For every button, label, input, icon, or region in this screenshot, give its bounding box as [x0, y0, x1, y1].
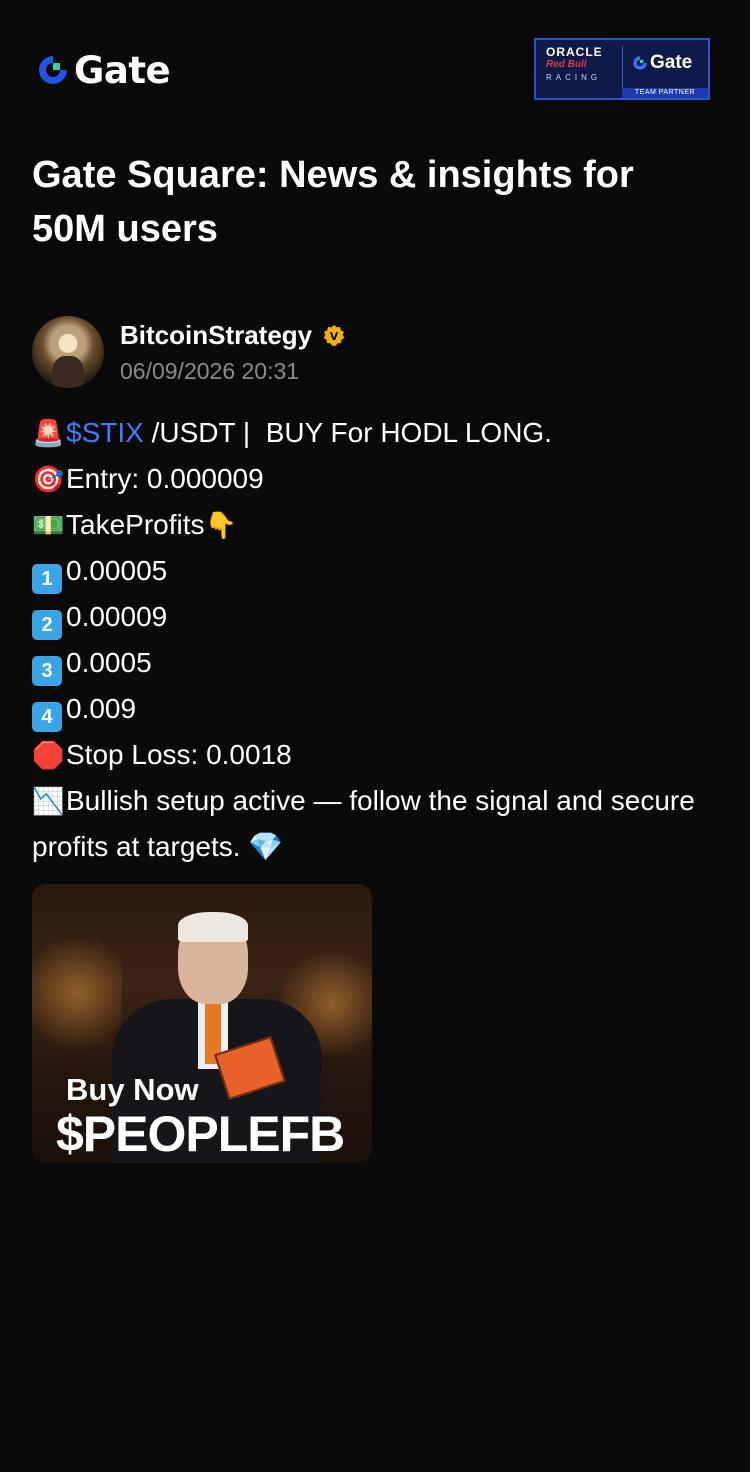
pointing-down-icon: 👇: [204, 510, 237, 540]
gate-logo[interactable]: Gate: [36, 48, 171, 92]
verified-badge-letter: V: [330, 330, 339, 343]
tp2-value: 0.00009: [66, 601, 168, 632]
siren-icon: 🚨: [32, 418, 65, 448]
summary-line: 📉Bullish setup active — follow the signa…: [32, 778, 722, 870]
badge-divider: [622, 46, 623, 88]
tp1-value: 0.00005: [66, 555, 168, 586]
keycap-1-icon: 1: [32, 564, 62, 594]
target-icon: 🎯: [32, 464, 65, 494]
verified-badge-icon: V: [323, 324, 345, 346]
gate-logo-icon: [39, 56, 67, 84]
summary-text: Bullish setup active — follow the signal…: [32, 785, 695, 862]
keycap-4-icon: 4: [32, 702, 62, 732]
post-timestamp: 06/09/2026 20:31: [120, 358, 300, 384]
ticker-link[interactable]: $STIX: [66, 417, 144, 448]
keycap-2-icon: 2: [32, 610, 62, 640]
post-body: 🚨$STIX /USDT | BUY For HODL LONG. 🎯Entry…: [32, 410, 722, 870]
partner-gate-logo: Gate: [632, 52, 692, 74]
gate-small-icon: [633, 56, 647, 70]
post-author-header: BitcoinStrategy V 06/09/2026 20:31: [32, 316, 712, 390]
stop-loss-line: 🛑Stop Loss: 0.0018: [32, 732, 722, 778]
takeprofits-text: TakeProfits: [66, 509, 205, 540]
take-profit-3: 3 0.0005: [32, 640, 722, 686]
keycap-3-icon: 3: [32, 656, 62, 686]
avatar[interactable]: [32, 316, 104, 388]
post-image[interactable]: Buy Now $PEOPLEFB: [32, 884, 372, 1163]
signal-text: /USDT | BUY For HODL LONG.: [143, 417, 552, 448]
money-icon: 💵: [32, 510, 65, 540]
tp3-value: 0.0005: [66, 647, 152, 678]
author-name[interactable]: BitcoinStrategy: [120, 320, 312, 351]
take-profit-1: 1 0.00005: [32, 548, 722, 594]
chart-down-icon: 📉: [32, 786, 65, 816]
image-headline: Buy Now: [66, 1072, 199, 1107]
top-header: Gate ORACLE Red Bull RACING Gate TEAM PA…: [0, 0, 750, 140]
image-candle-glow-left: [32, 924, 122, 1064]
team-partner-label: TEAM PARTNER: [622, 88, 708, 98]
team-partner-badge: ORACLE Red Bull RACING Gate TEAM PARTNER: [534, 38, 710, 100]
image-coin-name: $PEOPLEFB: [56, 1106, 345, 1162]
stop-loss-text: Stop Loss: 0.0018: [66, 739, 292, 770]
diamond-icon: 💎: [248, 831, 284, 862]
tp4-value: 0.009: [66, 693, 137, 724]
stop-sign-icon: 🛑: [32, 740, 65, 770]
takeprofits-line: 💵TakeProfits👇: [32, 502, 722, 548]
redbull-logo-text: Red Bull: [546, 59, 587, 70]
take-profit-2: 2 0.00009: [32, 594, 722, 640]
oracle-logo-text: ORACLE: [546, 45, 603, 59]
partner-gate-text: Gate: [650, 52, 693, 73]
signal-line: 🚨$STIX /USDT | BUY For HODL LONG.: [32, 410, 722, 456]
entry-line: 🎯Entry: 0.000009: [32, 456, 722, 502]
author-row: BitcoinStrategy V: [120, 320, 346, 351]
page-title: Gate Square: News & insights for 50M use…: [32, 154, 634, 250]
image-person-hair: [178, 912, 248, 942]
racing-logo-text: RACING: [546, 73, 602, 82]
entry-text: Entry: 0.000009: [66, 463, 264, 494]
take-profit-4: 4 0.009: [32, 686, 722, 732]
brand-name: Gate: [74, 48, 171, 92]
